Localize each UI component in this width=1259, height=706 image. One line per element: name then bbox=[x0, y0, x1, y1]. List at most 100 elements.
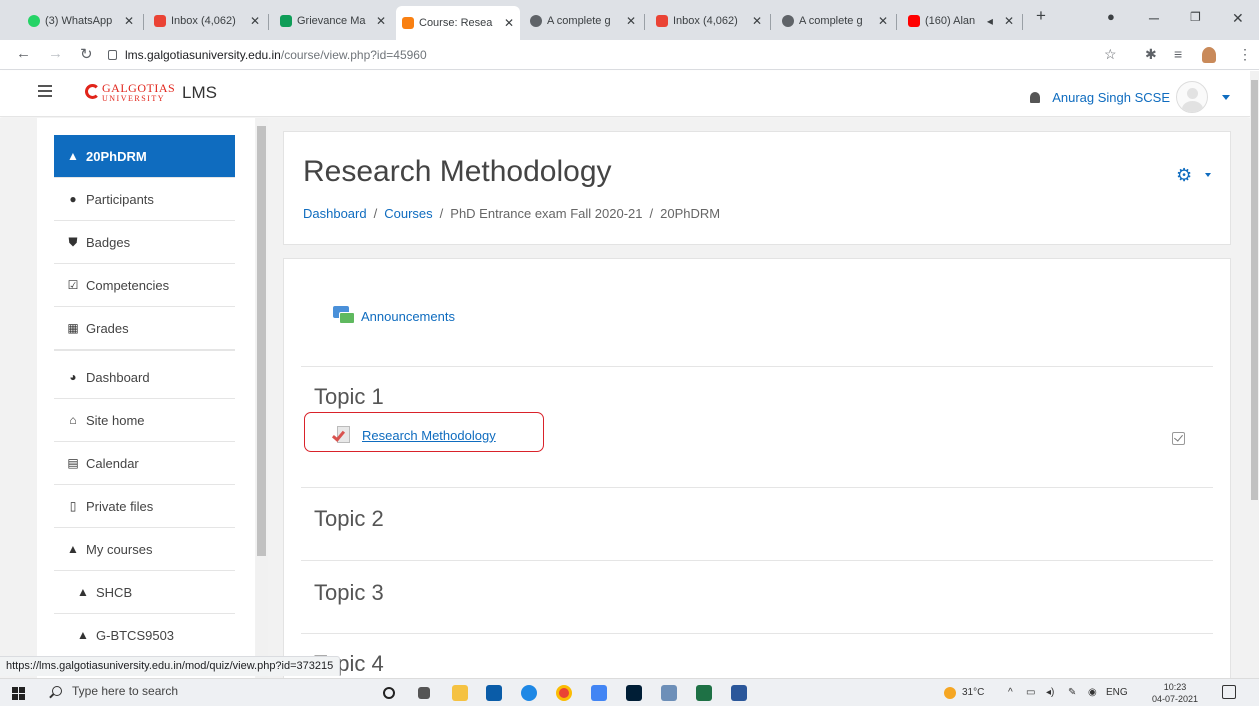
breadcrumb-category[interactable]: PhD Entrance exam Fall 2020-21 bbox=[450, 206, 642, 221]
tab-label: A complete g bbox=[547, 15, 611, 27]
close-icon[interactable]: ✕ bbox=[1004, 14, 1014, 28]
tab-complete-guide[interactable]: A complete g ✕ bbox=[524, 8, 642, 34]
language-indicator[interactable]: ENG bbox=[1106, 687, 1128, 698]
pen-icon[interactable]: ✎ bbox=[1068, 687, 1076, 698]
sidebar-item-grades[interactable]: ▦ Grades bbox=[54, 307, 235, 350]
edge-icon[interactable] bbox=[521, 685, 537, 701]
forward-button[interactable]: → bbox=[48, 45, 63, 62]
weather-icon[interactable] bbox=[944, 687, 956, 699]
sidebar-item-site-home[interactable]: ⌂ Site home bbox=[54, 399, 235, 442]
tab-label: (160) Alan bbox=[925, 15, 976, 27]
tab-label: Course: Resea bbox=[419, 17, 493, 29]
tab-course-research[interactable]: Course: Resea ✕ bbox=[396, 6, 520, 40]
sidebar-item-competencies[interactable]: ☑ Competencies bbox=[54, 264, 235, 307]
battery-icon[interactable]: ▭ bbox=[1026, 687, 1035, 698]
breadcrumb-dashboard[interactable]: Dashboard bbox=[303, 206, 367, 221]
file-explorer-icon[interactable] bbox=[452, 685, 468, 701]
extensions-icon[interactable]: ✱ bbox=[1145, 46, 1157, 63]
drawer-scrollbar-thumb[interactable] bbox=[257, 126, 266, 556]
announcements-label[interactable]: Announcements bbox=[361, 309, 455, 324]
university-logo-icon[interactable] bbox=[85, 84, 100, 99]
sidebar-item-my-courses[interactable]: ▲ My courses bbox=[54, 528, 235, 571]
topic-heading[interactable]: Topic 3 bbox=[314, 580, 384, 606]
reading-list-icon[interactable]: ≡ bbox=[1174, 46, 1182, 62]
maximize-button[interactable]: ❐ bbox=[1190, 10, 1201, 24]
sidebar-item-20phdrm[interactable]: ▲ 20PhDRM bbox=[54, 135, 235, 178]
sidebar-item-shcb[interactable]: ▲ SHCB bbox=[54, 571, 235, 614]
sidebar-item-badges[interactable]: ⛊ Badges bbox=[54, 221, 235, 264]
tray-chevron-up-icon[interactable]: ^ bbox=[1008, 687, 1013, 698]
word-icon[interactable] bbox=[731, 685, 747, 701]
cortana-icon[interactable] bbox=[383, 687, 395, 699]
chevron-down-icon[interactable] bbox=[1222, 94, 1230, 100]
task-view-icon[interactable] bbox=[418, 687, 430, 699]
sidebar-item-private-files[interactable]: ▯ Private files bbox=[54, 485, 235, 528]
tab-complete-guide-2[interactable]: A complete g ✕ bbox=[776, 8, 894, 34]
chevron-down-icon[interactable] bbox=[1205, 173, 1211, 177]
topic-heading[interactable]: Topic 2 bbox=[314, 506, 384, 532]
taskbar-search[interactable]: Type here to search bbox=[52, 684, 178, 698]
tab-separator bbox=[644, 14, 645, 30]
notification-center-icon[interactable] bbox=[1222, 685, 1236, 699]
close-icon[interactable]: ✕ bbox=[250, 14, 260, 28]
tab-youtube[interactable]: (160) Alan ◂ ✕ bbox=[902, 8, 1020, 34]
reload-button[interactable]: ↻ bbox=[80, 45, 93, 63]
back-button[interactable]: ← bbox=[16, 45, 31, 62]
wifi-icon[interactable]: ◉ bbox=[1088, 687, 1097, 698]
hamburger-menu-icon[interactable] bbox=[38, 85, 52, 97]
user-name[interactable]: Anurag Singh SCSE bbox=[1052, 90, 1170, 105]
tab-whatsapp[interactable]: (3) WhatsApp ✕ bbox=[22, 8, 140, 34]
completion-checkbox[interactable] bbox=[1172, 432, 1185, 445]
tab-grievance[interactable]: Grievance Ma ✕ bbox=[274, 8, 392, 34]
table-icon: ▦ bbox=[67, 321, 79, 335]
moodle-icon bbox=[402, 17, 414, 29]
announcements-link[interactable]: Announcements bbox=[333, 306, 455, 326]
users-icon: ● bbox=[69, 192, 77, 206]
close-icon[interactable]: ✕ bbox=[878, 14, 888, 28]
close-icon[interactable]: ✕ bbox=[376, 14, 386, 28]
windows-start-icon[interactable] bbox=[12, 687, 25, 700]
bookmark-star-icon[interactable]: ☆ bbox=[1104, 46, 1117, 63]
app-icon[interactable] bbox=[591, 685, 607, 701]
app-icon[interactable] bbox=[661, 685, 677, 701]
minimize-button[interactable]: ─ bbox=[1149, 10, 1159, 26]
close-icon[interactable]: ✕ bbox=[504, 16, 514, 30]
url-field[interactable]: lms.galgotiasuniversity.edu.in/course/vi… bbox=[108, 44, 1108, 66]
system-clock[interactable]: 10:23 04-07-2021 bbox=[1152, 681, 1198, 705]
user-menu[interactable]: Anurag Singh SCSE bbox=[1030, 81, 1230, 113]
topic-heading[interactable]: Topic 1 bbox=[314, 384, 384, 410]
menu-dots-icon[interactable]: ⋮ bbox=[1238, 46, 1252, 63]
volume-icon[interactable]: ◂) bbox=[1046, 687, 1054, 698]
notification-bell-icon[interactable] bbox=[1030, 91, 1041, 103]
new-tab-button[interactable]: + bbox=[1036, 6, 1046, 26]
avatar[interactable] bbox=[1176, 81, 1208, 113]
chrome-icon[interactable] bbox=[556, 685, 572, 701]
whatsapp-icon bbox=[28, 15, 40, 27]
close-icon[interactable]: ✕ bbox=[626, 14, 636, 28]
page-title: Research Methodology bbox=[303, 155, 612, 188]
browser-tab-bar: (3) WhatsApp ✕ Inbox (4,062) ✕ Grievance… bbox=[0, 0, 1259, 40]
sidebar-item-calendar[interactable]: ▤ Calendar bbox=[54, 442, 235, 485]
weather-temp[interactable]: 31°C bbox=[962, 687, 984, 698]
photoshop-icon[interactable] bbox=[626, 685, 642, 701]
sidebar-item-g-btcs9503[interactable]: ▲ G-BTCS9503 bbox=[54, 614, 235, 657]
breadcrumb-courses[interactable]: Courses bbox=[384, 206, 432, 221]
close-window-button[interactable]: ✕ bbox=[1232, 10, 1244, 27]
clock-date: 04-07-2021 bbox=[1152, 694, 1199, 704]
excel-icon[interactable] bbox=[696, 685, 712, 701]
page-scrollbar-thumb[interactable] bbox=[1251, 80, 1258, 500]
close-icon[interactable]: ✕ bbox=[752, 14, 762, 28]
sidebar-item-participants[interactable]: ● Participants bbox=[54, 178, 235, 221]
breadcrumb-course[interactable]: 20PhDRM bbox=[660, 206, 720, 221]
sidebar-item-label: Private files bbox=[86, 498, 154, 514]
tab-gmail-inbox-2[interactable]: Inbox (4,062) ✕ bbox=[650, 8, 768, 34]
tab-gmail-inbox[interactable]: Inbox (4,062) ✕ bbox=[148, 8, 266, 34]
close-icon[interactable]: ✕ bbox=[124, 14, 134, 28]
profile-icon[interactable]: ● bbox=[1107, 9, 1115, 24]
mail-icon[interactable] bbox=[486, 685, 502, 701]
site-name[interactable]: LMS bbox=[182, 83, 217, 103]
sidebar-item-dashboard[interactable]: ◕ Dashboard bbox=[54, 356, 235, 399]
gear-icon[interactable]: ⚙ bbox=[1176, 165, 1192, 186]
tab-label: Inbox (4,062) bbox=[673, 15, 738, 27]
profile-avatar-icon[interactable] bbox=[1202, 47, 1216, 63]
